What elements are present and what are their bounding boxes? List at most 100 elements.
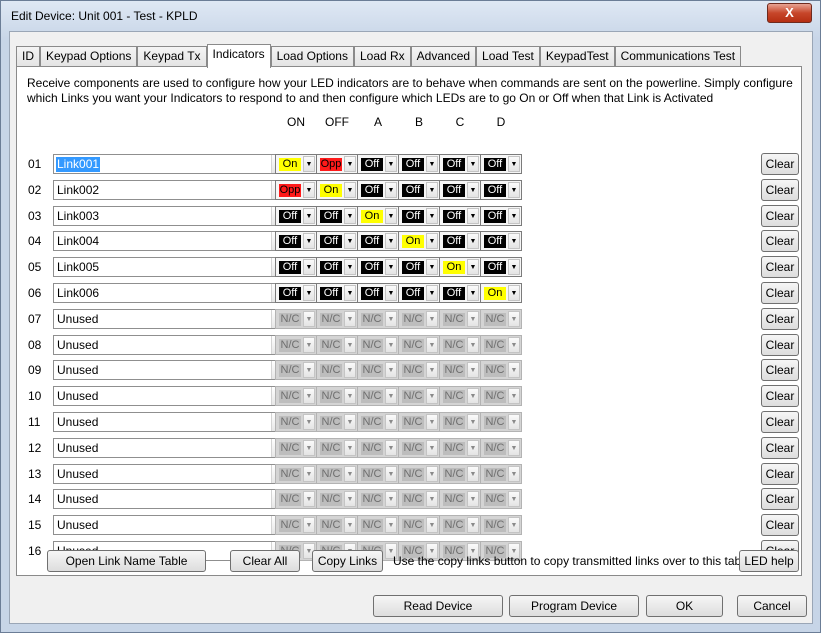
clear-row-button[interactable]: Clear: [761, 462, 799, 485]
clear-row-button[interactable]: Clear: [761, 307, 799, 330]
state-select-a[interactable]: Off ▼: [357, 231, 399, 252]
copy-links-button[interactable]: Copy Links: [312, 550, 383, 572]
state-select-c[interactable]: N/C ▼: [439, 489, 481, 510]
clear-row-button[interactable]: Clear: [761, 385, 799, 408]
chevron-down-icon[interactable]: ▼: [303, 388, 315, 405]
chevron-down-icon[interactable]: ▼: [303, 491, 315, 508]
chevron-down-icon[interactable]: ▼: [426, 388, 438, 405]
chevron-down-icon[interactable]: ▼: [344, 414, 356, 430]
state-select-b[interactable]: N/C ▼: [398, 515, 440, 536]
chevron-down-icon[interactable]: ▼: [385, 207, 397, 224]
program-device-button[interactable]: Program Device: [509, 595, 639, 617]
chevron-down-icon[interactable]: ▼: [303, 414, 315, 430]
clear-row-button[interactable]: Clear: [761, 204, 799, 227]
clear-row-button[interactable]: Clear: [761, 256, 799, 279]
state-select-on[interactable]: Off ▼: [275, 231, 317, 252]
link-select[interactable]: Unused▼: [53, 515, 287, 536]
tab-load-test[interactable]: Load Test: [476, 46, 540, 67]
link-select[interactable]: Unused▼: [53, 463, 287, 484]
chevron-down-icon[interactable]: ▼: [426, 285, 438, 301]
chevron-down-icon[interactable]: ▼: [508, 310, 520, 327]
state-select-off[interactable]: On ▼: [316, 179, 358, 200]
chevron-down-icon[interactable]: ▼: [303, 207, 315, 224]
state-select-b[interactable]: Off ▼: [398, 179, 440, 200]
chevron-down-icon[interactable]: ▼: [508, 465, 520, 482]
chevron-down-icon[interactable]: ▼: [344, 388, 356, 405]
state-select-b[interactable]: N/C ▼: [398, 308, 440, 329]
link-select[interactable]: Link004▼: [53, 231, 287, 252]
chevron-down-icon[interactable]: ▼: [426, 310, 438, 327]
state-select-d[interactable]: N/C ▼: [480, 334, 522, 355]
chevron-down-icon[interactable]: ▼: [344, 181, 356, 198]
chevron-down-icon[interactable]: ▼: [467, 336, 479, 353]
chevron-down-icon[interactable]: ▼: [426, 207, 438, 224]
state-select-c[interactable]: N/C ▼: [439, 360, 481, 381]
chevron-down-icon[interactable]: ▼: [303, 336, 315, 353]
chevron-down-icon[interactable]: ▼: [344, 233, 356, 250]
state-select-a[interactable]: N/C▼: [357, 463, 399, 484]
state-select-on[interactable]: On ▼: [275, 154, 317, 174]
chevron-down-icon[interactable]: ▼: [303, 362, 315, 379]
chevron-down-icon[interactable]: ▼: [508, 259, 520, 276]
chevron-down-icon[interactable]: ▼: [426, 517, 438, 534]
state-select-off[interactable]: N/C▼: [316, 386, 358, 407]
chevron-down-icon[interactable]: ▼: [344, 465, 356, 482]
state-select-b[interactable]: On ▼: [398, 231, 440, 252]
state-select-off[interactable]: Opp ▼: [316, 154, 358, 174]
tab-indicators[interactable]: Indicators: [206, 44, 271, 68]
chevron-down-icon[interactable]: ▼: [385, 465, 397, 482]
chevron-down-icon[interactable]: ▼: [467, 259, 479, 276]
chevron-down-icon[interactable]: ▼: [467, 310, 479, 327]
chevron-down-icon[interactable]: ▼: [508, 362, 520, 379]
state-select-a[interactable]: On ▼: [357, 205, 399, 226]
state-select-off[interactable]: N/C▼: [316, 412, 358, 432]
clear-row-button[interactable]: Clear: [761, 359, 799, 382]
tab-advanced[interactable]: Advanced: [410, 46, 477, 67]
chevron-down-icon[interactable]: ▼: [508, 336, 520, 353]
state-select-off[interactable]: Off ▼: [316, 257, 358, 278]
state-select-on[interactable]: N/C▼: [275, 437, 317, 458]
state-select-d[interactable]: N/C ▼: [480, 515, 522, 536]
chevron-down-icon[interactable]: ▼: [467, 207, 479, 224]
chevron-down-icon[interactable]: ▼: [426, 362, 438, 379]
state-select-off[interactable]: Off ▼: [316, 283, 358, 303]
link-select[interactable]: Unused▼: [53, 412, 287, 432]
chevron-down-icon[interactable]: ▼: [385, 439, 397, 456]
state-select-d[interactable]: N/C ▼: [480, 489, 522, 510]
tab-communications-test[interactable]: Communications Test: [614, 46, 742, 67]
chevron-down-icon[interactable]: ▼: [467, 439, 479, 456]
cancel-button[interactable]: Cancel: [737, 595, 807, 617]
state-select-off[interactable]: Off ▼: [316, 231, 358, 252]
link-select[interactable]: Unused▼: [53, 437, 287, 458]
clear-row-button[interactable]: Clear: [761, 436, 799, 459]
chevron-down-icon[interactable]: ▼: [467, 156, 479, 172]
state-select-a[interactable]: N/C▼: [357, 515, 399, 536]
state-select-a[interactable]: N/C▼: [357, 412, 399, 432]
chevron-down-icon[interactable]: ▼: [426, 465, 438, 482]
state-select-off[interactable]: N/C▼: [316, 437, 358, 458]
chevron-down-icon[interactable]: ▼: [385, 181, 397, 198]
state-select-off[interactable]: N/C▼: [316, 308, 358, 329]
clear-row-button[interactable]: Clear: [761, 282, 799, 304]
chevron-down-icon[interactable]: ▼: [344, 207, 356, 224]
chevron-down-icon[interactable]: ▼: [303, 181, 315, 198]
state-select-a[interactable]: Off ▼: [357, 257, 399, 278]
state-select-b[interactable]: N/C ▼: [398, 463, 440, 484]
state-select-off[interactable]: N/C▼: [316, 515, 358, 536]
state-select-c[interactable]: N/C ▼: [439, 308, 481, 329]
state-select-d[interactable]: Off ▼: [480, 154, 522, 174]
link-select[interactable]: Unused▼: [53, 489, 287, 510]
chevron-down-icon[interactable]: ▼: [385, 156, 397, 172]
state-select-b[interactable]: Off ▼: [398, 257, 440, 278]
state-select-a[interactable]: N/C▼: [357, 489, 399, 510]
link-select[interactable]: Link005▼: [53, 257, 287, 278]
clear-row-button[interactable]: Clear: [761, 411, 799, 433]
state-select-a[interactable]: Off ▼: [357, 179, 399, 200]
chevron-down-icon[interactable]: ▼: [467, 414, 479, 430]
link-select[interactable]: Link001▼: [53, 154, 287, 174]
clear-row-button[interactable]: Clear: [761, 333, 799, 356]
tab-keypad-options[interactable]: Keypad Options: [40, 46, 138, 67]
state-select-off[interactable]: N/C▼: [316, 334, 358, 355]
chevron-down-icon[interactable]: ▼: [508, 285, 520, 301]
chevron-down-icon[interactable]: ▼: [508, 517, 520, 534]
